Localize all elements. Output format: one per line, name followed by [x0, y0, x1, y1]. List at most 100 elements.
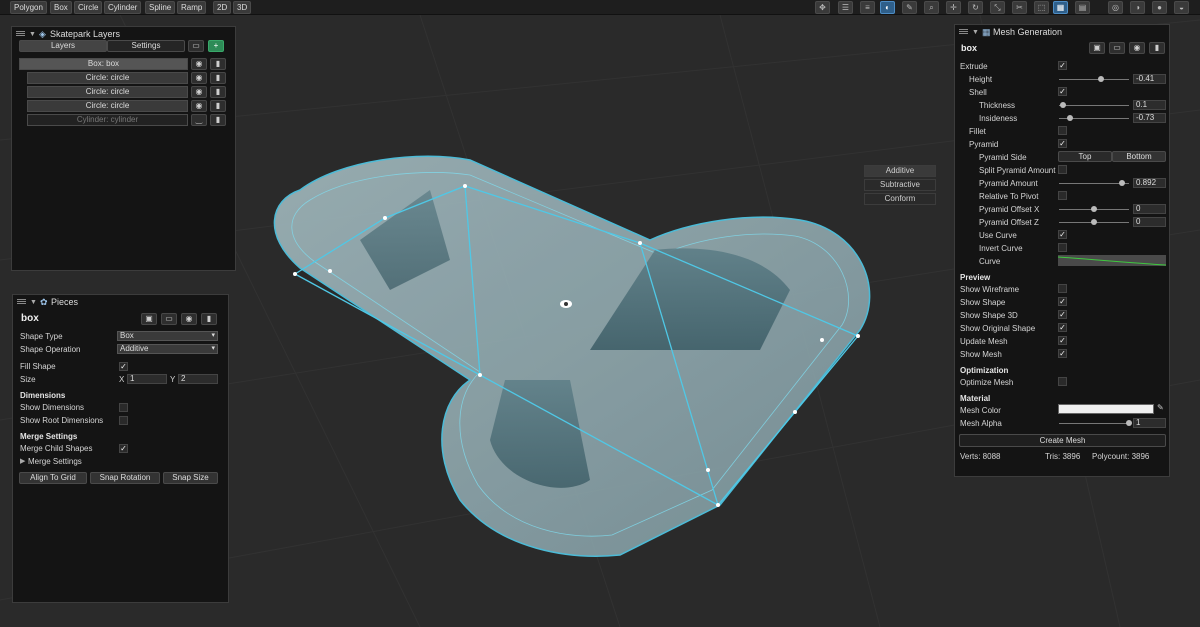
- show-shape-checkbox[interactable]: ✓: [1058, 297, 1067, 306]
- solid-icon[interactable]: ●: [1152, 1, 1167, 14]
- visibility-eye-icon[interactable]: ◉: [191, 100, 207, 112]
- insideness-field[interactable]: -0.73: [1133, 113, 1166, 123]
- layer-item-circle[interactable]: Circle: circle: [27, 72, 188, 84]
- visibility-eye-icon[interactable]: ◉: [191, 58, 207, 70]
- mesh-panel-titlebar[interactable]: ▼ ▦ Mesh Generation: [955, 25, 1169, 39]
- mesh-alpha-slider-handle[interactable]: [1126, 420, 1132, 426]
- move-icon[interactable]: ✥: [815, 1, 830, 14]
- cut-icon[interactable]: ✂: [1012, 1, 1027, 14]
- table-icon[interactable]: ▤: [1075, 1, 1090, 14]
- layer-item-circle[interactable]: Circle: circle: [27, 100, 188, 112]
- shell-checkbox[interactable]: ✓: [1058, 87, 1067, 96]
- rotate-icon[interactable]: ↻: [968, 1, 983, 14]
- drag-handle-icon[interactable]: [16, 31, 25, 36]
- split-pyramid-amount-checkbox[interactable]: [1058, 165, 1067, 174]
- pieces-panel-titlebar[interactable]: ▼ ✿ Pieces: [13, 295, 228, 309]
- eyedropper-icon[interactable]: ✎: [1157, 403, 1164, 412]
- layer-item-cylinder[interactable]: Cylinder: cylinder: [27, 114, 188, 126]
- show-root-dimensions-checkbox[interactable]: [119, 416, 128, 425]
- visibility-eye-icon[interactable]: ◉: [191, 86, 207, 98]
- layer-item-circle[interactable]: Circle: circle: [27, 86, 188, 98]
- sliders-icon[interactable]: ≡: [860, 1, 875, 14]
- fillet-checkbox[interactable]: [1058, 126, 1067, 135]
- delete-trash-icon[interactable]: ▮: [210, 86, 226, 98]
- polygon-tool-button[interactable]: Polygon: [10, 1, 47, 14]
- mesh-alpha-slider[interactable]: [1059, 423, 1129, 424]
- sun-icon[interactable]: ◒: [1174, 1, 1189, 14]
- save-icon[interactable]: ▣: [141, 313, 157, 325]
- halfmoon-icon[interactable]: ◑: [1130, 1, 1145, 14]
- sphere-icon[interactable]: ◐: [880, 1, 895, 14]
- ramp-tool-button[interactable]: Ramp: [177, 1, 207, 14]
- select-icon[interactable]: ⬚: [1034, 1, 1049, 14]
- circle-tool-button[interactable]: Circle: [74, 1, 103, 14]
- layer-item-box[interactable]: Box: box: [19, 58, 188, 70]
- create-mesh-button[interactable]: Create Mesh: [959, 434, 1166, 447]
- thickness-slider-handle[interactable]: [1059, 102, 1066, 108]
- insideness-slider-handle[interactable]: [1066, 115, 1073, 121]
- mesh-color-swatch[interactable]: [1058, 404, 1154, 414]
- pyramid-side-top-button[interactable]: Top: [1058, 151, 1112, 162]
- pyramid-amount-field[interactable]: 0.892: [1133, 178, 1166, 188]
- folder-icon[interactable]: ▭: [161, 313, 177, 325]
- pan-icon[interactable]: ✛: [946, 1, 961, 14]
- visibility-eye-icon[interactable]: ◉: [181, 313, 197, 325]
- optimize-mesh-checkbox[interactable]: [1058, 377, 1067, 386]
- size-y-field[interactable]: 2: [178, 374, 218, 384]
- tab-layers[interactable]: Layers: [19, 40, 107, 52]
- align-icon[interactable]: ☰: [838, 1, 853, 14]
- relative-to-pivot-checkbox[interactable]: [1058, 191, 1067, 200]
- show-mesh-checkbox[interactable]: ✓: [1058, 349, 1067, 358]
- delete-trash-icon[interactable]: ▮: [1149, 42, 1165, 54]
- view-3d-button[interactable]: 3D: [233, 1, 252, 14]
- pyramid-offset-z-slider-handle[interactable]: [1091, 219, 1097, 225]
- subtractive-button[interactable]: Subtractive: [864, 179, 936, 191]
- folder-icon[interactable]: ▭: [188, 40, 204, 52]
- save-icon[interactable]: ▣: [1089, 42, 1105, 54]
- add-layer-button[interactable]: +: [208, 40, 224, 52]
- collapse-arrow-icon[interactable]: ▼: [30, 296, 37, 310]
- show-shape-3d-checkbox[interactable]: ✓: [1058, 310, 1067, 319]
- drag-handle-icon[interactable]: [17, 299, 26, 304]
- globe-icon[interactable]: ◎: [1108, 1, 1123, 14]
- pyramid-offset-x-field[interactable]: 0: [1133, 204, 1166, 214]
- curve-field[interactable]: [1058, 255, 1166, 266]
- box-tool-button[interactable]: Box: [50, 1, 72, 14]
- show-original-shape-checkbox[interactable]: ✓: [1058, 323, 1067, 332]
- height-field[interactable]: -0.41: [1133, 74, 1166, 84]
- extrude-checkbox[interactable]: ✓: [1058, 61, 1067, 70]
- size-x-field[interactable]: 1: [127, 374, 167, 384]
- brush-icon[interactable]: ✎: [902, 1, 917, 14]
- merge-settings-foldout[interactable]: Merge Settings: [28, 457, 82, 466]
- grid-icon[interactable]: ▦: [1053, 1, 1068, 14]
- delete-trash-icon[interactable]: ▮: [210, 72, 226, 84]
- show-wireframe-checkbox[interactable]: [1058, 284, 1067, 293]
- hidden-eye-icon[interactable]: ‿: [191, 114, 207, 126]
- zoom-icon[interactable]: ⌕: [924, 1, 939, 14]
- pyramid-side-bottom-button[interactable]: Bottom: [1112, 151, 1166, 162]
- pyramid-offset-x-slider-handle[interactable]: [1091, 206, 1097, 212]
- pyramid-amount-slider-handle[interactable]: [1119, 180, 1125, 186]
- delete-trash-icon[interactable]: ▮: [210, 58, 226, 70]
- snap-size-button[interactable]: Snap Size: [163, 472, 218, 484]
- fill-shape-checkbox[interactable]: ✓: [119, 362, 128, 371]
- layers-panel-titlebar[interactable]: ▼ ◈ Skatepark Layers: [12, 27, 235, 41]
- visibility-eye-icon[interactable]: ◉: [191, 72, 207, 84]
- delete-trash-icon[interactable]: ▮: [210, 100, 226, 112]
- visibility-eye-icon[interactable]: ◉: [1129, 42, 1145, 54]
- height-slider[interactable]: [1059, 79, 1129, 80]
- tab-settings[interactable]: Settings: [107, 40, 185, 52]
- cylinder-tool-button[interactable]: Cylinder: [104, 1, 142, 14]
- thickness-field[interactable]: 0.1: [1133, 100, 1166, 110]
- height-slider-handle[interactable]: [1098, 76, 1104, 82]
- drag-handle-icon[interactable]: [959, 29, 968, 34]
- foldout-arrow-icon[interactable]: ▶: [20, 457, 25, 465]
- snap-rotation-button[interactable]: Snap Rotation: [90, 472, 160, 484]
- mesh-alpha-field[interactable]: 1: [1133, 418, 1166, 428]
- additive-button[interactable]: Additive: [864, 165, 936, 177]
- scale-icon[interactable]: ⤡: [990, 1, 1005, 14]
- show-dimensions-checkbox[interactable]: [119, 403, 128, 412]
- delete-trash-icon[interactable]: ▮: [201, 313, 217, 325]
- align-to-grid-button[interactable]: Align To Grid: [19, 472, 87, 484]
- merge-child-shapes-checkbox[interactable]: ✓: [119, 444, 128, 453]
